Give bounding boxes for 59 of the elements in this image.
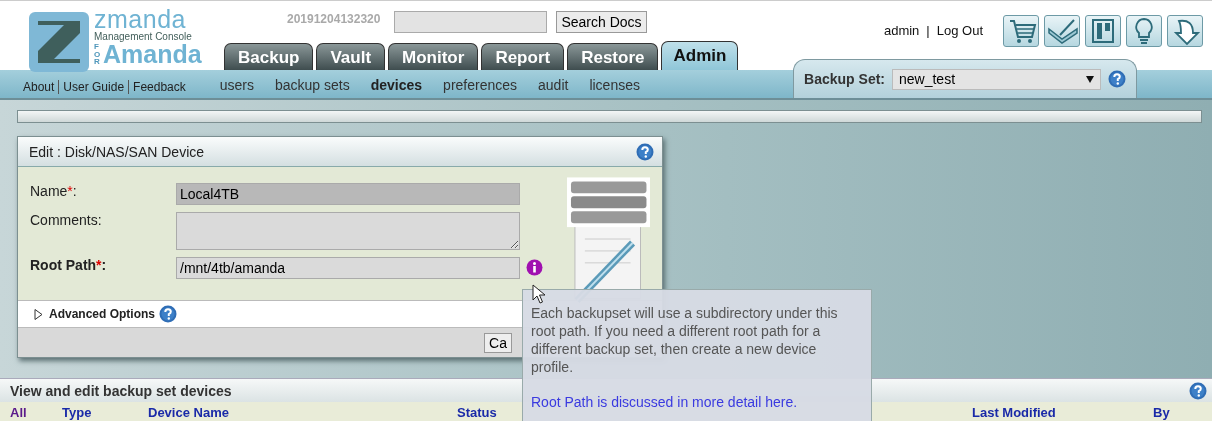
- subnav-link[interactable]: devices: [370, 77, 423, 93]
- mouse-pointer-icon: [532, 284, 546, 304]
- column-header[interactable]: Last Modified: [972, 405, 1153, 420]
- subnav-link[interactable]: audit: [538, 77, 569, 93]
- panel-title: View and edit backup set devices: [10, 382, 232, 399]
- backup-set-label: Backup Set:: [804, 71, 885, 87]
- logo-subtitle: Management Console: [94, 32, 193, 42]
- toolbar-button[interactable]: [1167, 14, 1203, 47]
- search-docs-button[interactable]: Search Docs: [556, 11, 647, 33]
- subnav-link[interactable]: users: [219, 77, 254, 93]
- panel-title: Edit : Disk/NAS/SAN Device: [29, 143, 205, 160]
- logo-icon: [28, 11, 90, 73]
- dropdown-caret-icon: [1086, 75, 1094, 83]
- tooltip-link[interactable]: Root Path is discussed in more detail here.: [531, 394, 798, 410]
- field-label: Comments:: [30, 212, 103, 228]
- nav-tab[interactable]: Admin: [661, 41, 739, 70]
- nav-tab[interactable]: Backup: [224, 43, 314, 70]
- separator: |: [926, 23, 930, 38]
- collapsed-triangle-icon: [34, 308, 43, 320]
- text-field[interactable]: /mnt/4tb/amanda: [176, 257, 520, 279]
- tooltip-text: Each backupset will use a subdirectory under this root path. If you need a different root path for a different backup set, then create a new device profile.: [531, 304, 839, 376]
- help-icon: [159, 305, 177, 323]
- column-header[interactable]: Type: [62, 405, 148, 420]
- help-icon: [1108, 70, 1126, 88]
- column-header[interactable]: All: [10, 405, 62, 420]
- search-field[interactable]: [394, 11, 548, 33]
- column-header[interactable]: By: [1153, 405, 1212, 420]
- logo-for-mark: FOR: [94, 43, 101, 66]
- field-label: Root Path*:: [30, 257, 108, 273]
- field-label: Name*:: [30, 183, 78, 199]
- toolbar-button[interactable]: [1003, 14, 1039, 47]
- link-divider: [58, 80, 60, 94]
- info-icon: [526, 259, 543, 276]
- nav-tab[interactable]: Monitor: [388, 43, 479, 70]
- comments-field[interactable]: [176, 212, 520, 250]
- help-icon: [636, 142, 654, 161]
- toolbar-button[interactable]: [1085, 14, 1121, 47]
- help-link[interactable]: Feedback: [133, 80, 186, 94]
- column-header[interactable]: Device Name: [148, 405, 457, 420]
- nav-tab[interactable]: Vault: [316, 43, 386, 70]
- cancel-button[interactable]: Ca: [484, 332, 512, 353]
- advanced-options-toggle[interactable]: Advanced Options: [34, 307, 155, 321]
- logout-link[interactable]: Log Out: [936, 23, 983, 38]
- subnav-link[interactable]: preferences: [443, 77, 518, 93]
- help-link[interactable]: About: [23, 80, 55, 94]
- toolbar-button[interactable]: [1044, 14, 1080, 47]
- logo-product-name: Amanda: [103, 42, 202, 67]
- backup-set-dropdown[interactable]: new_test: [892, 68, 1101, 90]
- help-link[interactable]: User Guide: [63, 80, 125, 94]
- build-number: 20191204132320: [287, 12, 381, 26]
- nav-tab[interactable]: Restore: [567, 43, 659, 70]
- link-divider: [128, 80, 130, 94]
- logo-wordmark: zmanda: [94, 7, 186, 32]
- help-icon: [1189, 381, 1207, 400]
- toolbar-button[interactable]: [1126, 14, 1162, 47]
- subnav-link[interactable]: licenses: [589, 77, 640, 93]
- nav-tab[interactable]: Report: [481, 43, 565, 70]
- subnav-link[interactable]: backup sets: [275, 77, 350, 93]
- username: admin: [883, 23, 920, 38]
